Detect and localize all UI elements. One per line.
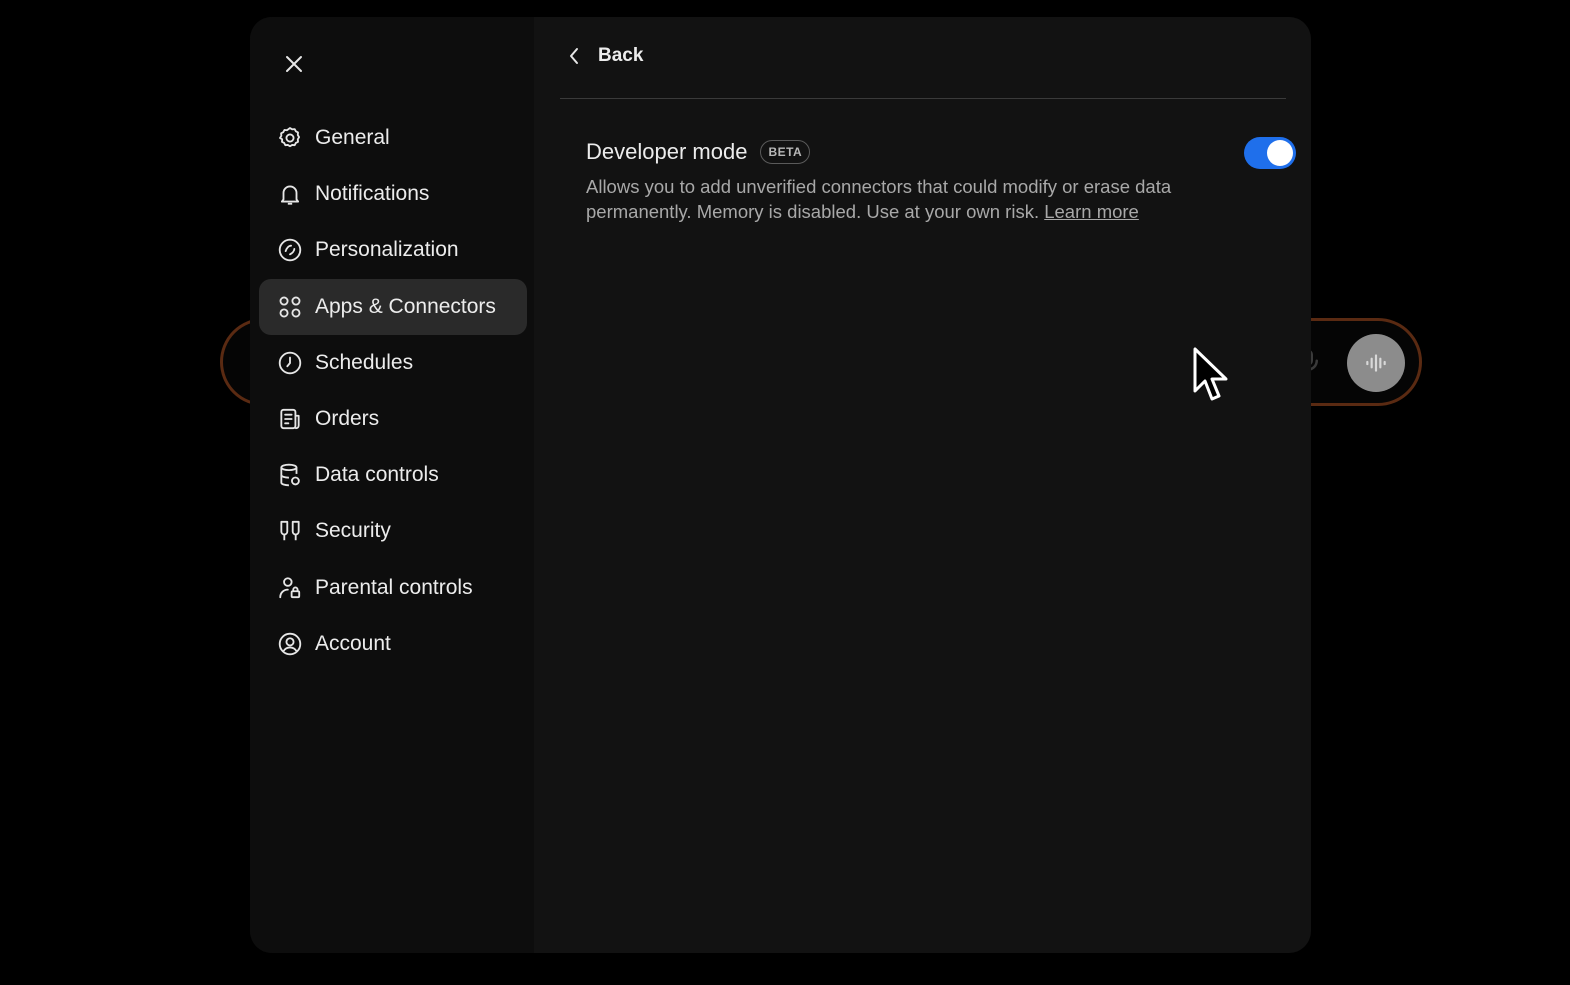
sidebar-item-label: Account <box>315 631 391 655</box>
sidebar-item-orders[interactable]: Orders <box>259 391 527 447</box>
sidebar-item-notifications[interactable]: Notifications <box>259 166 527 222</box>
sidebar-item-schedules[interactable]: Schedules <box>259 335 527 391</box>
mouse-pointer-icon <box>1193 347 1228 401</box>
settings-nav: General Notifications Personalization Ap… <box>259 110 527 672</box>
back-button[interactable]: Back <box>568 43 643 69</box>
settings-sidebar: General Notifications Personalization Ap… <box>250 17 534 953</box>
sidebar-item-label: Personalization <box>315 238 459 262</box>
setting-description: Allows you to add unverified connectors … <box>586 174 1186 224</box>
sidebar-item-label: Orders <box>315 406 380 430</box>
sidebar-item-apps-connectors[interactable]: Apps & Connectors <box>259 278 527 335</box>
sidebar-item-data-controls[interactable]: Data controls <box>259 447 527 503</box>
sidebar-item-label: Data controls <box>315 463 439 487</box>
database-icon <box>276 461 304 489</box>
waveform-icon <box>1366 354 1386 372</box>
sidebar-item-parental-controls[interactable]: Parental controls <box>259 560 527 616</box>
sidebar-item-personalization[interactable]: Personalization <box>259 222 527 278</box>
setting-title-row: Developer mode BETA <box>586 139 1206 165</box>
sidebar-item-security[interactable]: Security <box>259 503 527 559</box>
sidebar-item-general[interactable]: General <box>259 110 527 166</box>
sidebar-item-label: Schedules <box>315 350 414 374</box>
sidebar-item-label: Security <box>315 519 391 543</box>
back-label: Back <box>598 45 644 66</box>
account-icon <box>276 630 304 658</box>
security-icon <box>276 517 304 545</box>
apps-icon <box>276 293 304 321</box>
learn-more-link[interactable]: Learn more <box>1044 201 1139 222</box>
setting-title: Developer mode <box>586 139 748 164</box>
settings-modal: General Notifications Personalization Ap… <box>250 17 1311 953</box>
bell-icon <box>276 180 304 208</box>
clock-icon <box>276 349 304 377</box>
beta-badge: BETA <box>760 140 811 164</box>
sidebar-item-label: General <box>315 126 390 149</box>
sidebar-item-label: Parental controls <box>315 575 473 599</box>
header-divider <box>560 98 1286 99</box>
chevron-left-icon <box>568 43 586 69</box>
sidebar-item-label: Notifications <box>315 182 430 206</box>
close-icon <box>286 56 302 72</box>
toggle-knob <box>1267 140 1293 166</box>
sidebar-item-account[interactable]: Account <box>259 616 527 672</box>
orders-icon <box>276 405 304 433</box>
parental-icon <box>276 574 304 602</box>
developer-mode-toggle[interactable] <box>1244 137 1296 169</box>
voice-mode-button[interactable] <box>1347 334 1405 392</box>
settings-content: Back Developer mode BETA Allows you to a… <box>534 17 1311 953</box>
personalization-icon <box>276 236 304 264</box>
sidebar-item-label: Apps & Connectors <box>315 294 496 318</box>
gear-icon <box>276 124 304 152</box>
close-button[interactable] <box>278 48 310 80</box>
developer-mode-setting: Developer mode BETA Allows you to add un… <box>586 139 1206 224</box>
